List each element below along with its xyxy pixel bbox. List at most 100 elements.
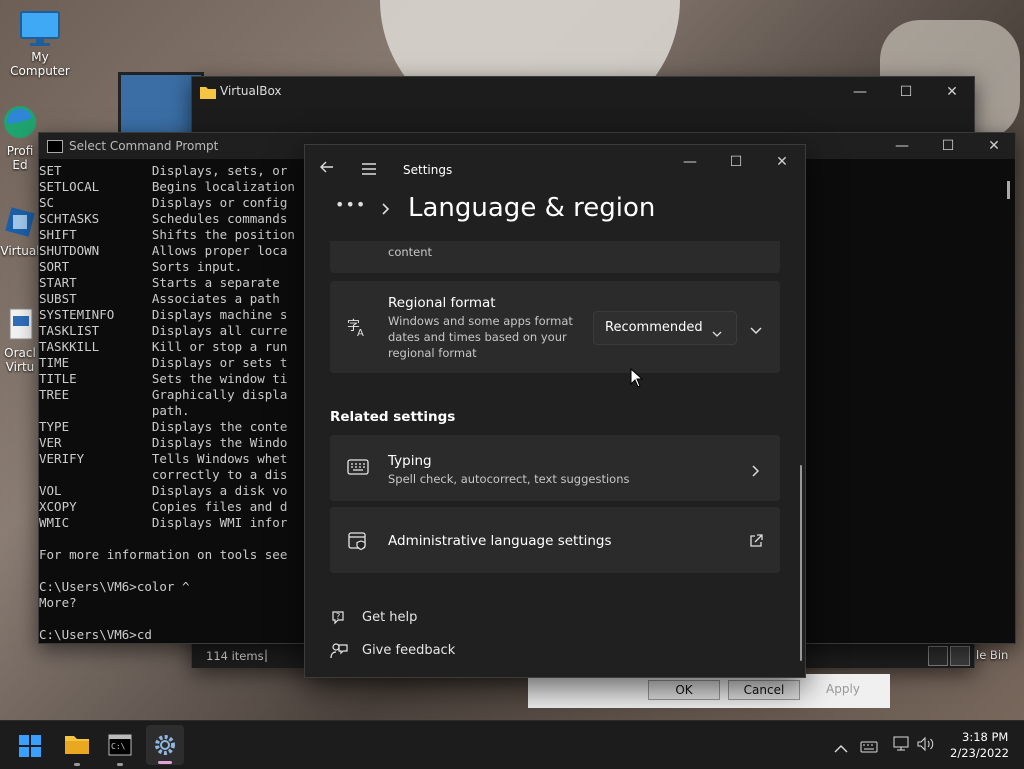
ok-button[interactable]: OK — [648, 680, 720, 700]
regional-format-dropdown[interactable]: Recommended — [593, 311, 737, 345]
external-link-icon — [749, 533, 763, 552]
apply-button[interactable]: Apply — [808, 680, 878, 698]
status-separator: | — [264, 648, 269, 662]
console-line: TYPE Displays the conte — [39, 419, 288, 434]
monitor-icon — [19, 10, 61, 46]
menu-button[interactable] — [361, 161, 377, 180]
admin-shield-icon — [348, 531, 368, 555]
console-line: SHUTDOWN Allows proper loca — [39, 243, 288, 258]
card-description: content — [388, 245, 433, 259]
folder-icon — [65, 736, 89, 754]
minimize-button[interactable]: — — [879, 133, 925, 159]
give-feedback-label: Give feedback — [362, 643, 456, 658]
tiles-view-button[interactable] — [950, 646, 970, 666]
console-line: SUBST Associates a path — [39, 291, 280, 306]
regional-format-title: Regional format — [388, 295, 496, 311]
terminal-icon: C:\ — [108, 734, 132, 756]
feedback-icon — [330, 642, 348, 664]
console-line: More? — [39, 595, 77, 610]
start-button[interactable] — [18, 734, 42, 762]
taskbar-indicator — [74, 763, 80, 766]
close-button[interactable]: ✕ — [759, 147, 805, 177]
console-line: START Starts a separate — [39, 275, 280, 290]
console-line: VER Displays the Windo — [39, 435, 288, 450]
console-line: VOL Displays a disk vo — [39, 483, 288, 498]
details-view-button[interactable] — [928, 646, 948, 666]
taskbar-indicator — [117, 763, 123, 766]
typing-desc: Spell check, autocorrect, text suggestio… — [388, 472, 630, 486]
more-breadcrumb-button[interactable]: ••• — [335, 195, 366, 214]
clock-time[interactable]: 3:18 PM — [962, 730, 1008, 744]
folder-icon — [200, 84, 216, 103]
close-button[interactable]: ✕ — [929, 77, 975, 107]
back-button[interactable] — [319, 159, 339, 179]
cancel-button[interactable]: Cancel — [728, 680, 800, 700]
console-line: SCHTASKS Schedules commands — [39, 211, 288, 226]
taskbar: C:\ 3:18 PM 2/23/2022 — [0, 720, 1024, 769]
console-line: XCOPY Copies files and d — [39, 499, 288, 514]
admin-language-card[interactable]: Administrative language settings — [330, 507, 780, 573]
desktop-icon-oracle[interactable]: Oracl Virtu — [0, 306, 40, 374]
console-line: WMIC Displays WMI infor — [39, 515, 288, 530]
console-output[interactable]: SET Displays, sets, or SETLOCAL Begins lo… — [39, 163, 305, 641]
windows-icon — [19, 735, 41, 757]
admin-language-title: Administrative language settings — [388, 533, 612, 549]
keyboard-tray-icon[interactable] — [860, 738, 878, 757]
chevron-down-icon — [712, 323, 722, 342]
console-line: SYSTEMINFO Displays machine s — [39, 307, 288, 322]
minimize-button[interactable]: — — [837, 77, 883, 107]
console-line: TASKKILL Kill or stop a run — [39, 339, 288, 354]
item-count: 114 items — [206, 649, 264, 663]
cmd-icon — [47, 140, 63, 153]
scrollbar-thumb[interactable] — [800, 465, 802, 661]
show-hidden-icons-button[interactable] — [834, 739, 848, 758]
console-line: For more information on tools see — [39, 547, 288, 562]
taskbar-indicator — [158, 761, 172, 764]
terminal-button[interactable]: C:\ — [108, 734, 132, 760]
desktop-icon-label: Virtual — [0, 244, 40, 258]
regional-format-card[interactable]: 字A Regional format Windows and some apps… — [330, 281, 780, 373]
app-title: Settings — [403, 163, 453, 177]
chevron-up-icon — [834, 745, 848, 753]
properties-dialog-footer: OK Cancel Apply — [528, 674, 890, 708]
desktop-icon-edge[interactable]: Profi Ed — [0, 104, 40, 172]
expand-chevron-icon[interactable] — [750, 321, 762, 340]
page-title: Language & region — [408, 193, 656, 223]
window-title: Select Command Prompt — [69, 139, 219, 153]
maximize-button[interactable]: ☐ — [883, 77, 929, 107]
console-line: TREE Graphically displa — [39, 387, 288, 402]
svg-text:C:\: C:\ — [111, 742, 126, 751]
desktop-icon-label: My Computer — [10, 50, 70, 78]
chevron-right-icon — [381, 201, 391, 220]
settings-window[interactable]: Settings — ☐ ✕ ••• Language & region con… — [304, 144, 806, 678]
desktop-icon-label: Oracl Virtu — [4, 346, 36, 374]
volume-icon[interactable] — [916, 736, 936, 756]
settings-taskbar-button[interactable] — [146, 725, 184, 765]
maximize-button[interactable]: ☐ — [713, 147, 759, 177]
typing-card[interactable]: Typing Spell check, autocorrect, text su… — [330, 435, 780, 501]
maximize-button[interactable]: ☐ — [925, 133, 971, 159]
console-line: SC Displays or config — [39, 195, 288, 210]
chevron-right-icon — [751, 462, 760, 481]
get-help-link[interactable]: ? Get help — [330, 609, 530, 629]
typing-title: Typing — [388, 453, 432, 469]
clock-date[interactable]: 2/23/2022 — [950, 746, 1009, 760]
network-icon[interactable] — [892, 736, 910, 756]
svg-text:A: A — [357, 328, 364, 337]
get-help-label: Get help — [362, 610, 418, 625]
scrollbar-thumb[interactable] — [1007, 181, 1010, 199]
console-line: SHIFT Shifts the position — [39, 227, 295, 242]
arrow-left-icon — [320, 161, 333, 173]
give-feedback-link[interactable]: Give feedback — [330, 642, 530, 662]
desktop-icon-my-computer[interactable]: My Computer — [2, 10, 78, 78]
desktop-icon-virtual[interactable]: Virtual — [0, 204, 40, 258]
minimize-button[interactable]: — — [667, 147, 713, 177]
console-line: TITLE Sets the window ti — [39, 371, 288, 386]
file-explorer-button[interactable] — [64, 733, 90, 759]
close-button[interactable]: ✕ — [971, 133, 1017, 159]
language-settings-card[interactable]: content — [330, 241, 780, 273]
console-line: SORT Sorts input. — [39, 259, 243, 274]
console-line: SET Displays, sets, or — [39, 163, 288, 178]
